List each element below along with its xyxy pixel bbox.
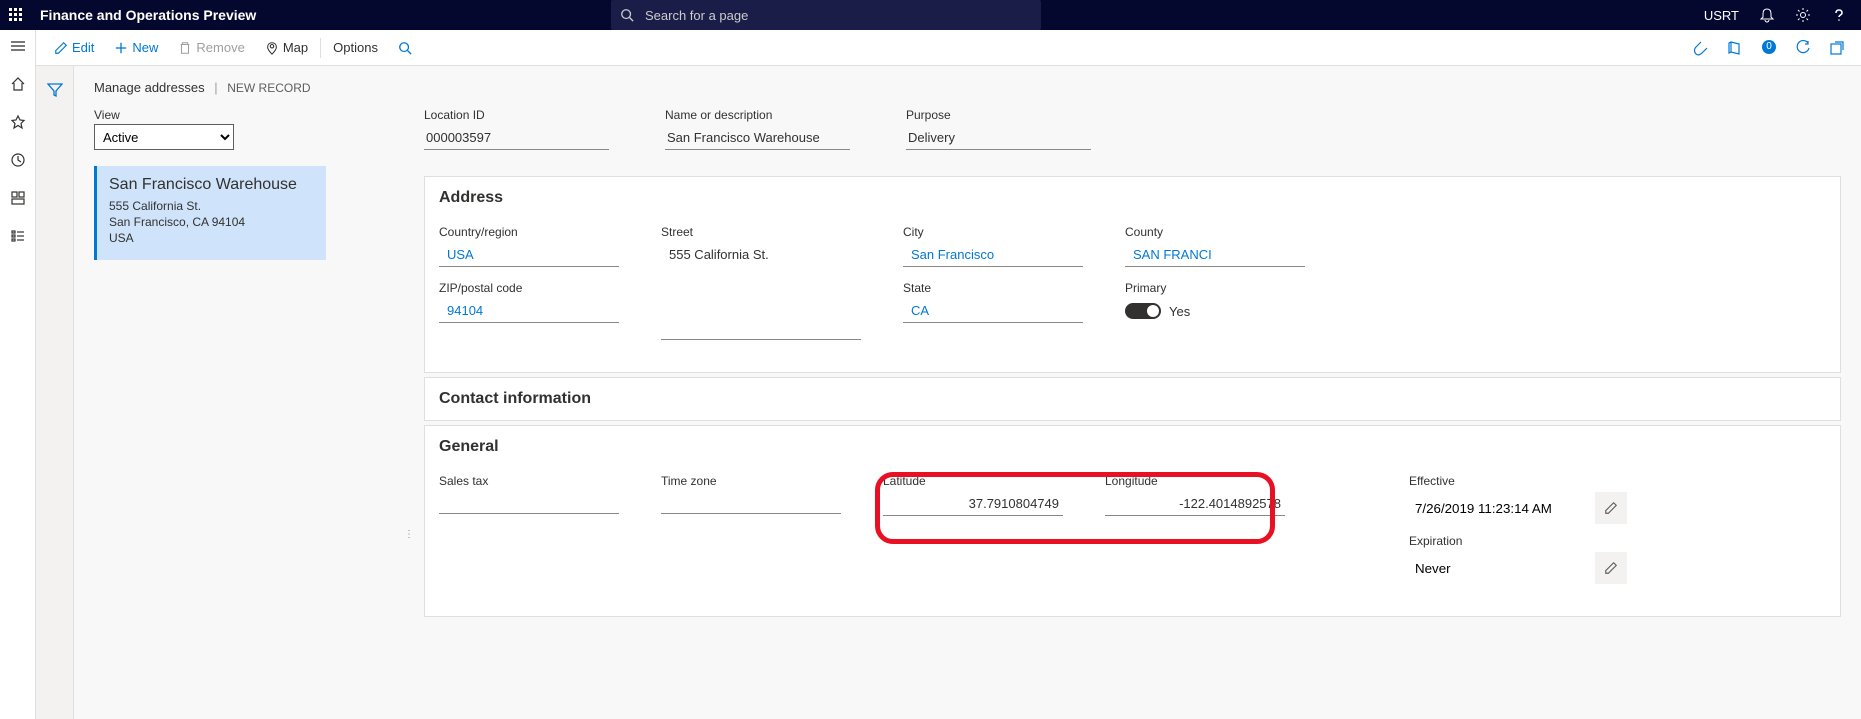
detail-pane: Location ID 000003597 Name or descriptio…: [354, 108, 1861, 719]
list-pane: View Active San Francisco Warehouse 555 …: [94, 108, 334, 260]
new-button[interactable]: New: [104, 30, 168, 66]
map-label: Map: [283, 40, 308, 55]
view-label: View: [94, 108, 334, 122]
record-card[interactable]: San Francisco Warehouse 555 California S…: [94, 166, 326, 260]
new-label: New: [132, 40, 158, 55]
longitude-value[interactable]: -122.4014892578: [1105, 492, 1285, 516]
latitude-value[interactable]: 37.7910804749: [883, 492, 1063, 516]
recent-icon[interactable]: [8, 150, 28, 170]
popout-icon[interactable]: [1825, 36, 1849, 60]
card-line2: San Francisco, CA 94104: [109, 214, 314, 230]
office-icon[interactable]: [1723, 36, 1747, 60]
city-label: City: [903, 225, 1083, 239]
country-value[interactable]: USA: [439, 243, 619, 267]
address-header[interactable]: Address: [425, 177, 1840, 219]
time-zone-label: Time zone: [661, 474, 841, 488]
expiration-edit-icon[interactable]: [1595, 552, 1627, 584]
expiration-value: [1409, 555, 1589, 582]
breadcrumb: Manage addresses | NEW RECORD: [74, 66, 1861, 101]
breadcrumb-page[interactable]: Manage addresses: [94, 80, 205, 95]
title-bar: Finance and Operations Preview USRT: [0, 0, 1861, 30]
view-select[interactable]: Active: [94, 124, 234, 150]
filter-rail: [36, 66, 74, 719]
state-value[interactable]: CA: [903, 299, 1083, 323]
divider: [320, 38, 321, 58]
street-value[interactable]: 555 California St.: [661, 243, 861, 266]
street-label: Street: [661, 225, 861, 239]
card-line1: 555 California St.: [109, 198, 314, 214]
workspace-icon[interactable]: [8, 188, 28, 208]
county-value[interactable]: SAN FRANCI: [1125, 243, 1305, 267]
country-label: Country/region: [439, 225, 619, 239]
help-icon[interactable]: [1821, 0, 1857, 30]
breadcrumb-record: NEW RECORD: [227, 81, 310, 95]
remove-label: Remove: [196, 40, 244, 55]
general-fasttab: General Sales tax Time zone Latitude 37.…: [424, 425, 1841, 617]
filter-icon[interactable]: [47, 82, 63, 98]
general-header[interactable]: General: [425, 426, 1840, 468]
search-icon: [611, 8, 643, 22]
contact-fasttab: Contact information: [424, 377, 1841, 421]
effective-edit-icon[interactable]: [1595, 492, 1627, 524]
action-search-button[interactable]: [388, 30, 422, 66]
options-label: Options: [333, 40, 378, 55]
location-id-value[interactable]: 000003597: [424, 126, 609, 150]
attachment-icon[interactable]: [1689, 36, 1713, 60]
app-title: Finance and Operations Preview: [32, 7, 256, 23]
notification-icon[interactable]: [1749, 0, 1785, 30]
remove-button: Remove: [168, 30, 254, 66]
splitter-handle[interactable]: ⋮: [406, 516, 412, 552]
latitude-label: Latitude: [883, 474, 1063, 488]
zip-value[interactable]: 94104: [439, 299, 619, 323]
purpose-value[interactable]: Delivery: [906, 126, 1091, 150]
modules-icon[interactable]: [8, 226, 28, 246]
longitude-label: Longitude: [1105, 474, 1285, 488]
primary-toggle[interactable]: Yes: [1125, 303, 1305, 319]
sales-tax-value[interactable]: [439, 492, 619, 514]
name-value[interactable]: San Francisco Warehouse: [665, 126, 850, 150]
favorites-icon[interactable]: [8, 112, 28, 132]
company-picker[interactable]: USRT: [1694, 8, 1749, 23]
city-value[interactable]: San Francisco: [903, 243, 1083, 267]
expiration-label: Expiration: [1409, 534, 1627, 548]
sales-tax-label: Sales tax: [439, 474, 619, 488]
name-label: Name or description: [665, 108, 850, 122]
card-line3: USA: [109, 230, 314, 246]
card-title: San Francisco Warehouse: [109, 176, 314, 194]
message-badge[interactable]: 0: [1757, 36, 1781, 60]
content-area: Manage addresses | NEW RECORD View Activ…: [74, 66, 1861, 719]
location-id-label: Location ID: [424, 108, 609, 122]
address-fasttab: Address Country/region USA ZIP/postal co…: [424, 176, 1841, 373]
effective-value: [1409, 495, 1589, 522]
edit-label: Edit: [72, 40, 94, 55]
global-search[interactable]: [611, 0, 1041, 30]
settings-icon[interactable]: [1785, 0, 1821, 30]
primary-value: Yes: [1169, 304, 1190, 319]
street-extra[interactable]: [661, 318, 861, 340]
map-button[interactable]: Map: [255, 30, 318, 66]
zip-label: ZIP/postal code: [439, 281, 619, 295]
options-button[interactable]: Options: [323, 30, 388, 66]
edit-button[interactable]: Edit: [44, 30, 104, 66]
refresh-icon[interactable]: [1791, 36, 1815, 60]
hamburger-icon[interactable]: [8, 36, 28, 56]
primary-label: Primary: [1125, 281, 1305, 295]
effective-label: Effective: [1409, 474, 1627, 488]
action-bar: Edit New Remove Map Options 0: [36, 30, 1861, 66]
contact-header[interactable]: Contact information: [425, 378, 1840, 420]
state-label: State: [903, 281, 1083, 295]
app-launcher-icon[interactable]: [0, 0, 32, 30]
home-icon[interactable]: [8, 74, 28, 94]
purpose-label: Purpose: [906, 108, 1091, 122]
time-zone-value[interactable]: [661, 492, 841, 514]
county-label: County: [1125, 225, 1305, 239]
nav-rail: [0, 30, 36, 719]
message-count: 0: [1762, 40, 1776, 54]
search-input[interactable]: [643, 7, 1023, 24]
